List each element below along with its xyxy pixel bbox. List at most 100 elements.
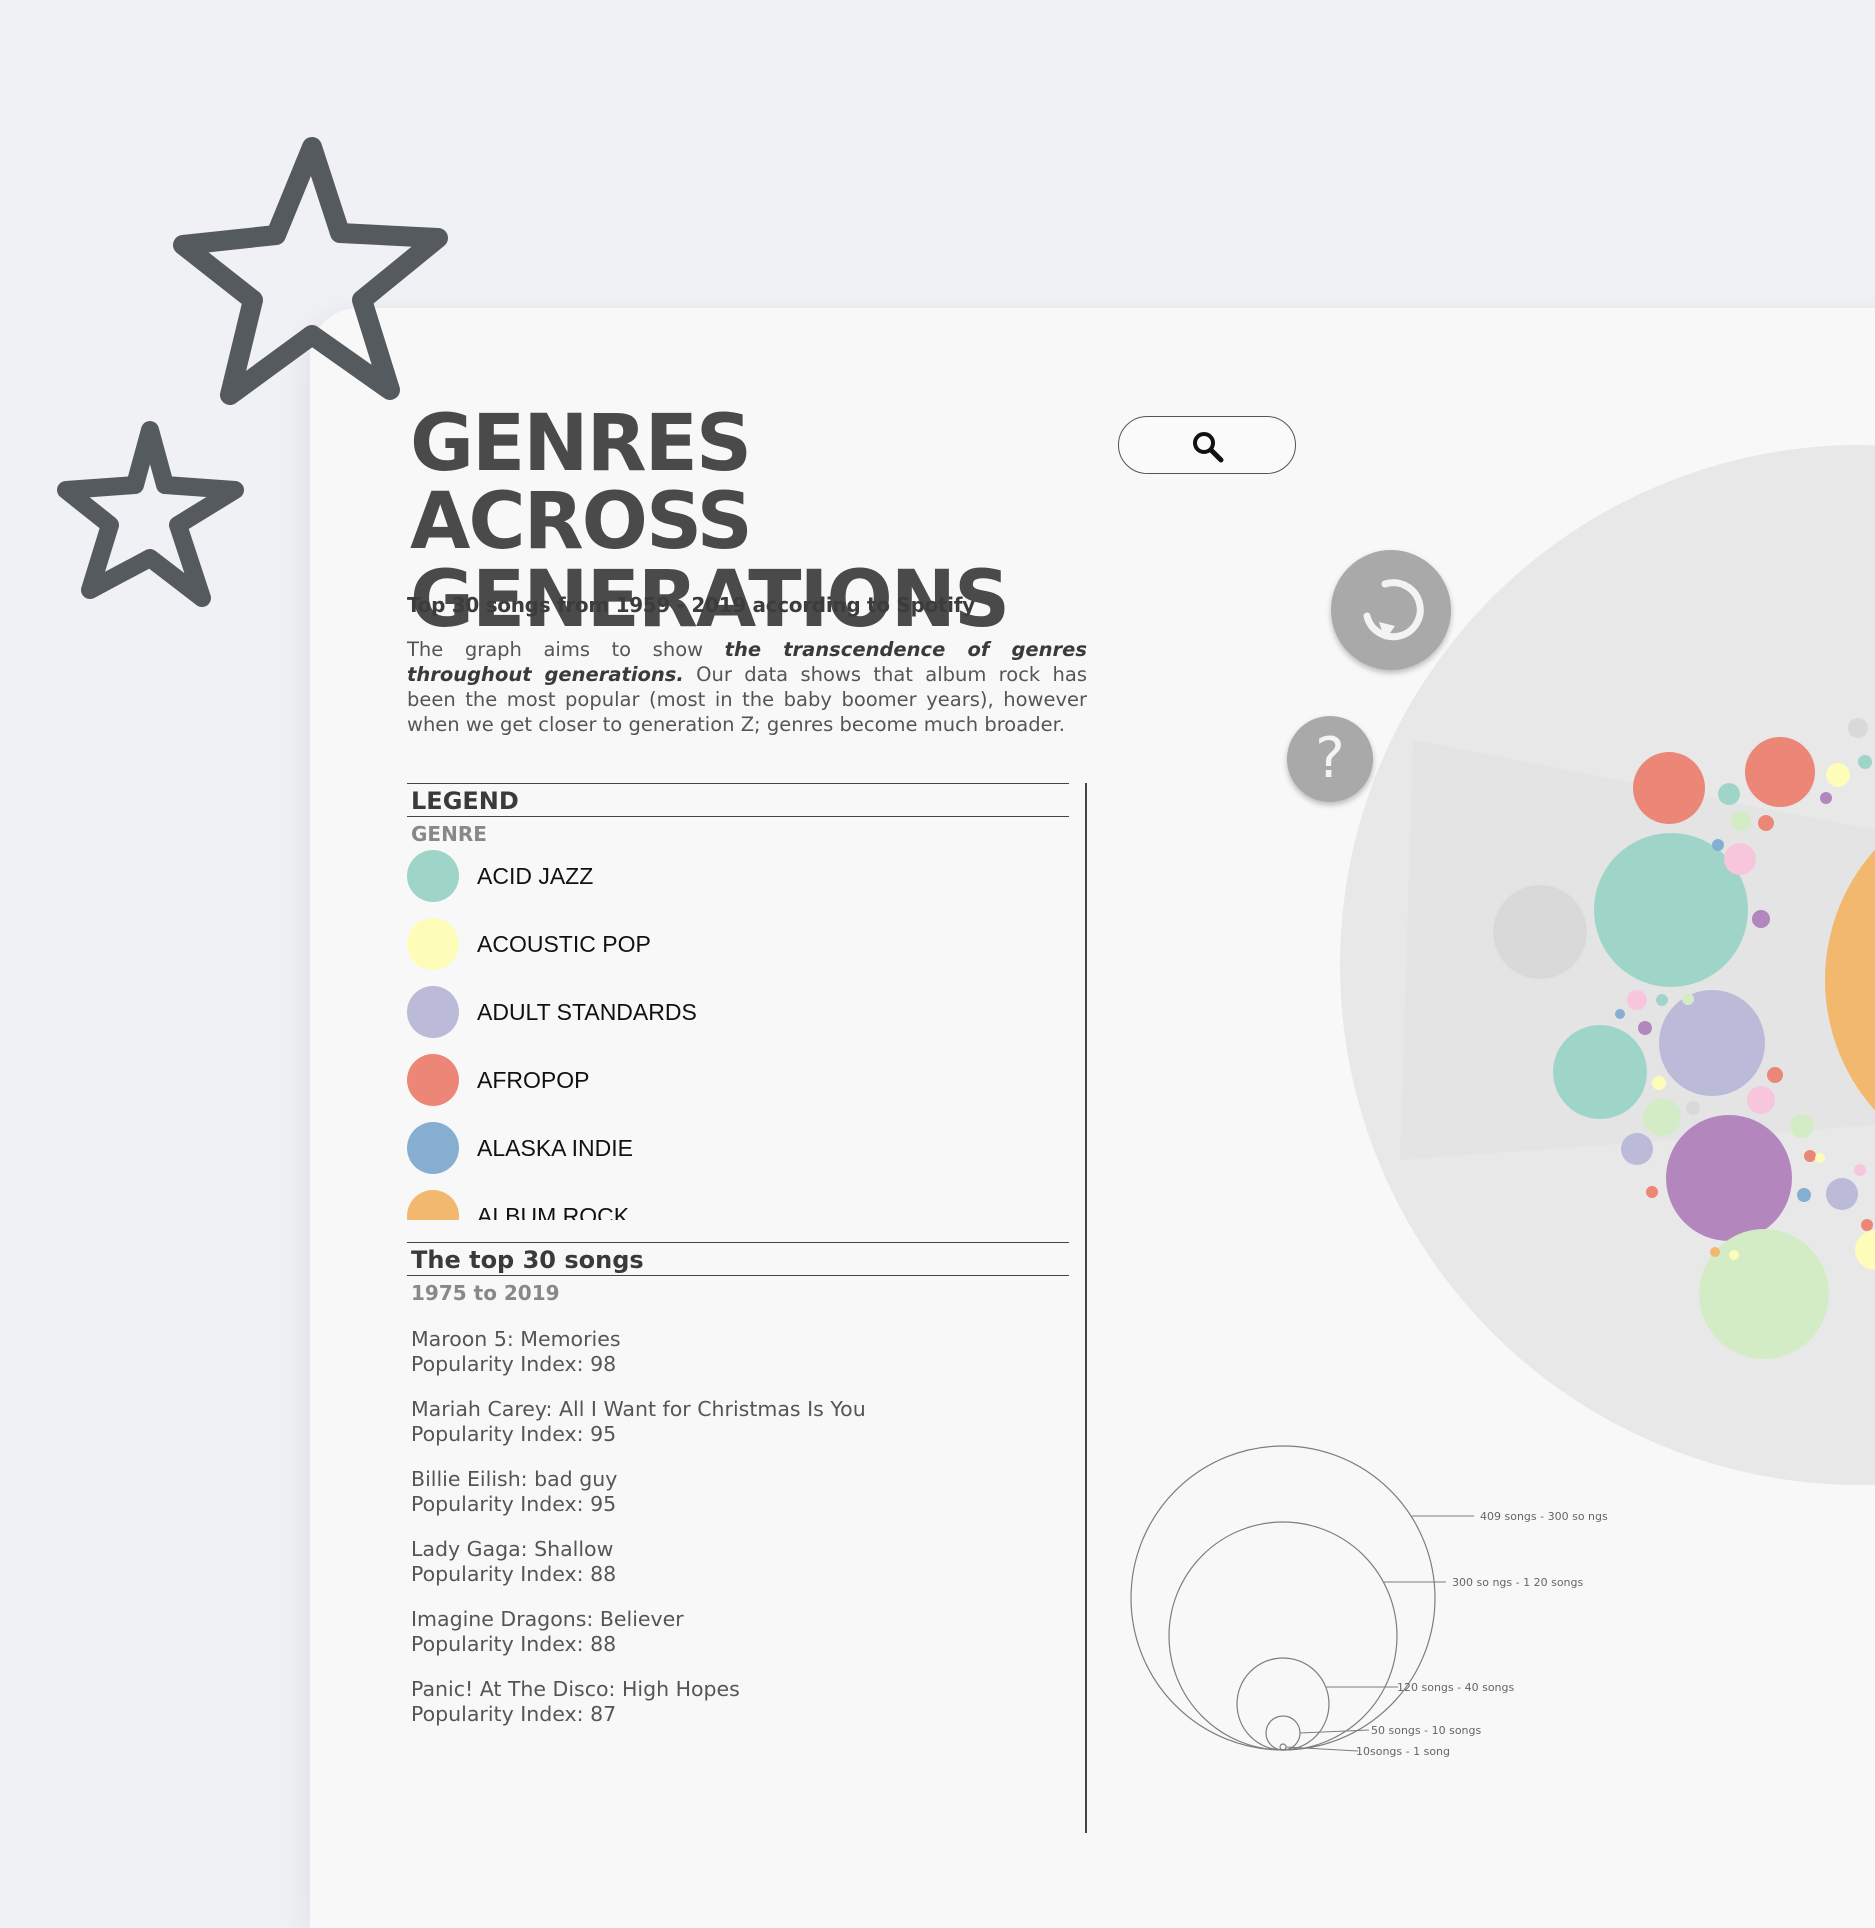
legend-item-label: ACID JAZZ (477, 863, 594, 889)
search-icon (1193, 432, 1224, 463)
bubble-acid-jazz[interactable] (1553, 1025, 1647, 1119)
bubble-acoustic-pop[interactable] (1815, 1153, 1825, 1163)
bubble-alaska-indie[interactable] (1615, 1009, 1625, 1019)
reset-icon (1363, 579, 1424, 641)
song-list: Maroon 5: Memories Popularity Index: 98 … (411, 1327, 1071, 1747)
size-label: 300 so ngs - 1 20 songs (1452, 1576, 1584, 1589)
bubble-afropop[interactable] (1633, 752, 1705, 824)
bubble-pink[interactable] (1724, 843, 1756, 875)
bubble-purple[interactable] (1752, 910, 1770, 928)
bubble-afropop[interactable] (1758, 815, 1774, 831)
search-button[interactable] (1118, 416, 1296, 474)
song-title: Billie Eilish: bad guy (411, 1467, 618, 1491)
size-circle-5 (1279, 1743, 1287, 1751)
reset-button[interactable] (1331, 550, 1451, 670)
legend-item-afropop[interactable]: AFROPOP (407, 1054, 1069, 1122)
bubble-adult-standards[interactable] (1826, 1178, 1858, 1210)
legend-swatch (407, 1190, 459, 1220)
bubble-light-green[interactable] (1790, 1114, 1814, 1138)
songs-heading: The top 30 songs (407, 1242, 1069, 1276)
legend-item-label: ACOUSTIC POP (477, 931, 651, 957)
bubble-acid-jazz[interactable] (1656, 994, 1668, 1006)
song-title: Maroon 5: Memories (411, 1327, 621, 1351)
legend-item-label: ADULT STANDARDS (477, 999, 697, 1025)
description: The graph aims to show the transcendence… (407, 637, 1087, 737)
legend-heading: LEGEND (407, 783, 1069, 817)
list-item: Imagine Dragons: Believer Popularity Ind… (411, 1607, 1071, 1677)
bubble-grey[interactable] (1493, 885, 1587, 979)
size-circle-1 (1130, 1445, 1436, 1751)
bubble-acoustic-pop[interactable] (1652, 1076, 1666, 1090)
legend-genre-label: GENRE (411, 822, 487, 846)
legend-swatch (407, 1122, 459, 1174)
bubble-purple[interactable] (1666, 1115, 1792, 1241)
song-popularity: Popularity Index: 95 (411, 1422, 617, 1446)
song-title: Mariah Carey: All I Want for Christmas I… (411, 1397, 866, 1421)
bubble-adult-standards[interactable] (1659, 990, 1765, 1096)
legend-swatch (407, 986, 459, 1038)
legend-swatch (407, 1054, 459, 1106)
size-label: 409 songs - 300 so ngs (1480, 1510, 1608, 1523)
bubble-acoustic-pop[interactable] (1826, 763, 1850, 787)
large-star-icon (173, 137, 448, 405)
bubble-afropop[interactable] (1745, 737, 1815, 807)
list-item: Lady Gaga: Shallow Popularity Index: 88 (411, 1537, 1071, 1607)
bubble-pink[interactable] (1854, 1164, 1866, 1176)
list-item: Panic! At The Disco: High Hopes Populari… (411, 1677, 1071, 1747)
description-part-1: The graph aims to show (407, 638, 725, 661)
legend-item-acid-jazz[interactable]: ACID JAZZ (407, 850, 1069, 918)
bubble-album-rock[interactable] (1710, 1247, 1720, 1257)
legend-item-adult-standards[interactable]: ADULT STANDARDS (407, 986, 1069, 1054)
song-title: Panic! At The Disco: High Hopes (411, 1677, 740, 1701)
legend-item-album-rock[interactable]: ALBUM ROCK (407, 1190, 1069, 1220)
size-label: 50 songs - 10 songs (1371, 1724, 1482, 1737)
title-line-1: GENRES ACROSS (410, 399, 753, 567)
help-button[interactable]: ? (1287, 716, 1373, 802)
song-popularity: Popularity Index: 88 (411, 1562, 617, 1586)
song-popularity: Popularity Index: 98 (411, 1352, 617, 1376)
song-popularity: Popularity Index: 95 (411, 1492, 617, 1516)
bubble-acid-jazz[interactable] (1718, 783, 1740, 805)
size-leader-line (1299, 1729, 1370, 1734)
bubble-adult-standards[interactable] (1621, 1133, 1653, 1165)
bubble-light-green[interactable] (1682, 993, 1694, 1005)
bubble-alaska-indie[interactable] (1797, 1188, 1811, 1202)
bubble-light-green[interactable] (1643, 1098, 1681, 1136)
legend-item-acoustic-pop[interactable]: ACOUSTIC POP (407, 918, 1069, 986)
size-label: 10songs - 1 song (1356, 1745, 1450, 1758)
bubble-acoustic-pop[interactable] (1729, 1250, 1739, 1260)
list-item: Billie Eilish: bad guy Popularity Index:… (411, 1467, 1071, 1537)
songs-range: 1975 to 2019 (411, 1281, 560, 1305)
legend-swatch (407, 918, 459, 970)
song-popularity: Popularity Index: 88 (411, 1632, 617, 1656)
legend-swatch (407, 850, 459, 902)
legend-item-label: ALASKA INDIE (477, 1135, 633, 1161)
size-circle-3 (1236, 1657, 1330, 1751)
list-item: Maroon 5: Memories Popularity Index: 98 (411, 1327, 1071, 1397)
bubble-alaska-indie[interactable] (1712, 839, 1724, 851)
legend-item-label: AFROPOP (477, 1067, 590, 1093)
bubble-pink[interactable] (1627, 990, 1647, 1010)
bubble-pink[interactable] (1747, 1086, 1775, 1114)
song-title: Imagine Dragons: Believer (411, 1607, 684, 1631)
legend-list[interactable]: ACID JAZZ ACOUSTIC POP ADULT STANDARDS A… (407, 850, 1069, 1220)
bubble-grey[interactable] (1848, 718, 1868, 738)
size-label: 120 songs - 40 songs (1397, 1681, 1515, 1694)
bubble-purple[interactable] (1638, 1021, 1652, 1035)
legend-item-label: ALBUM ROCK (477, 1203, 630, 1220)
bubble-afropop[interactable] (1767, 1067, 1783, 1083)
bubble-afropop[interactable] (1804, 1150, 1816, 1162)
bubble-grey[interactable] (1686, 1101, 1700, 1115)
size-legend: 409 songs - 300 so ngs 300 so ngs - 1 20… (1130, 1445, 1608, 1758)
bubble-afropop[interactable] (1861, 1219, 1873, 1231)
bubble-purple[interactable] (1820, 792, 1832, 804)
list-item: Mariah Carey: All I Want for Christmas I… (411, 1397, 1071, 1467)
subtitle: Top 30 songs from 1959 - 2019 according … (407, 593, 975, 617)
legend-item-alaska-indie[interactable]: ALASKA INDIE (407, 1122, 1069, 1190)
song-popularity: Popularity Index: 87 (411, 1702, 617, 1726)
divider-vertical (1085, 783, 1087, 1833)
bubble-acid-jazz[interactable] (1858, 755, 1872, 769)
song-title: Lady Gaga: Shallow (411, 1537, 614, 1561)
bubble-afropop[interactable] (1646, 1186, 1658, 1198)
bubble-light-green[interactable] (1731, 811, 1751, 831)
